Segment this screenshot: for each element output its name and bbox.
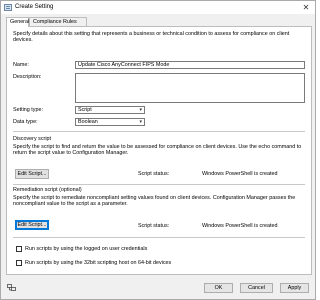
tab-compliance-rules[interactable]: Compliance Rules — [29, 17, 87, 26]
tab-general[interactable]: General — [6, 17, 29, 27]
discovery-script-status-value: Windows PowerShell is created — [202, 171, 278, 177]
window-title: Create Setting — [15, 4, 54, 10]
general-panel: Specify details about this setting that … — [6, 26, 312, 275]
discovery-script-header: Discovery script — [13, 136, 52, 142]
remediation-script-status-label: Script status: — [138, 223, 170, 229]
remediation-edit-script-button[interactable]: Edit Script... — [15, 220, 49, 230]
description-textarea[interactable] — [75, 73, 305, 103]
discovery-script-status-label: Script status: — [138, 171, 170, 177]
cancel-button[interactable]: Cancel — [240, 283, 273, 293]
setting-type-select[interactable]: Script ▾ — [75, 106, 145, 114]
apply-button[interactable]: Apply — [280, 283, 309, 293]
name-input[interactable]: Update Cisco AnyConnect FIPS Mode — [75, 61, 305, 69]
remediation-script-header: Remediation script (optional) — [13, 187, 82, 193]
description-label: Description: — [13, 74, 42, 80]
remediation-script-status-value: Windows PowerShell is created — [202, 223, 278, 229]
chevron-down-icon: ▾ — [139, 119, 142, 125]
title-bar: Create Setting ✕ — [1, 1, 315, 14]
setting-type-label: Setting type: — [13, 107, 43, 113]
discovery-edit-script-button[interactable]: Edit Script... — [15, 169, 49, 179]
divider — [13, 131, 305, 132]
settings-window-icon — [4, 4, 12, 11]
close-button[interactable]: ✕ — [297, 1, 315, 14]
name-label: Name: — [13, 62, 29, 68]
ok-button[interactable]: OK — [204, 283, 233, 293]
data-type-label: Data type: — [13, 119, 38, 125]
create-setting-window: Create Setting ✕ General Compliance Rule… — [0, 0, 316, 300]
discovery-script-text: Specify the script to find and return th… — [13, 144, 302, 157]
data-type-value: Boolean — [78, 119, 98, 125]
chevron-down-icon: ▾ — [139, 107, 142, 113]
run-logged-on-checkbox[interactable] — [16, 246, 22, 252]
run-logged-on-label: Run scripts by using the logged on user … — [25, 246, 148, 252]
divider — [13, 184, 305, 185]
data-type-select[interactable]: Boolean ▾ — [75, 118, 145, 126]
setting-type-value: Script — [78, 107, 92, 113]
remediation-script-text: Specify the script to remediate noncompl… — [13, 195, 296, 208]
general-description-text: Specify details about this setting that … — [13, 31, 290, 44]
run-32bit-checkbox[interactable] — [16, 260, 22, 266]
divider — [13, 237, 305, 238]
network-status-icon — [7, 284, 16, 291]
run-32bit-label: Run scripts by using the 32bit scripting… — [25, 260, 172, 266]
